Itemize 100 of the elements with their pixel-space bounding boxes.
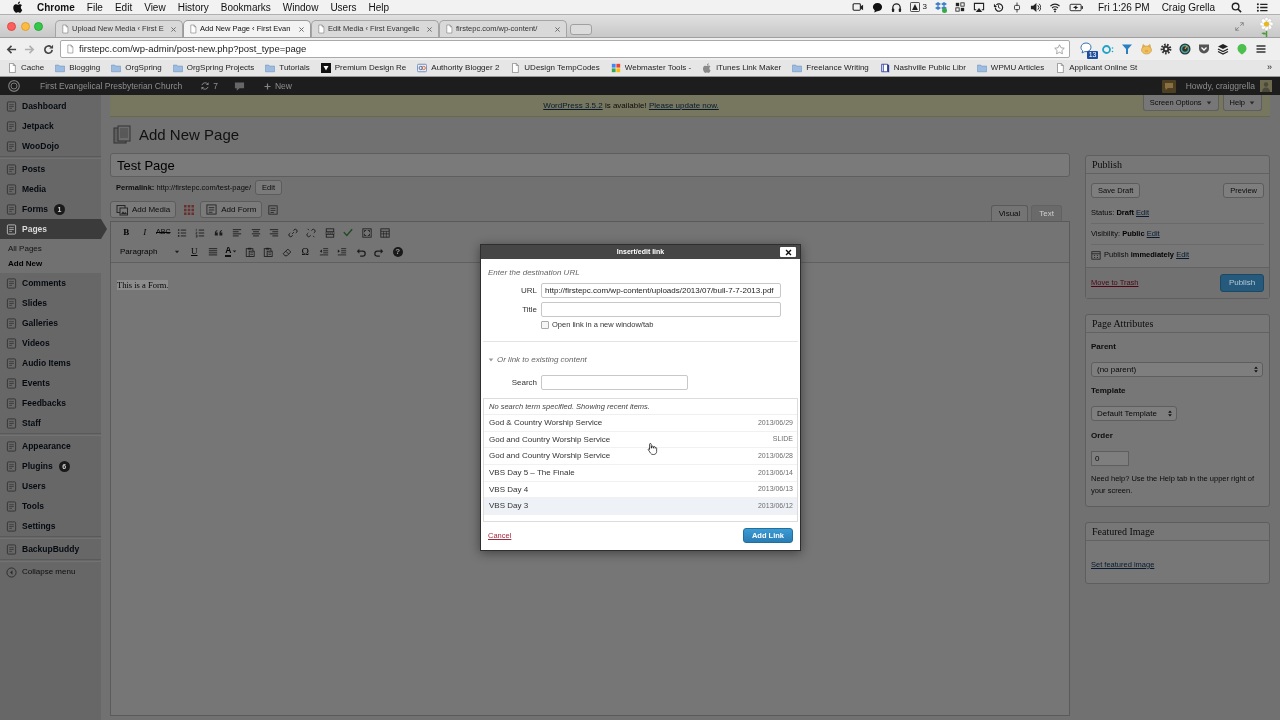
numbered-list-icon[interactable] [195,227,206,238]
greeting-link[interactable]: Howdy, craiggrella [1185,79,1255,93]
video-camera-icon[interactable] [851,2,864,12]
close-icon[interactable] [554,25,561,33]
chat-bubble-icon[interactable] [871,1,883,13]
title-field[interactable]: Test Page [110,153,1070,177]
bookmark-link[interactable]: WPMU Articles [976,62,1045,74]
menu-item[interactable]: Users [0,476,101,496]
align-left-icon[interactable] [232,227,243,238]
underline-button[interactable]: U [191,244,198,259]
grid-icon[interactable] [954,2,965,12]
align-center-icon[interactable] [250,227,261,238]
menu-item[interactable]: Media [0,179,101,199]
undo-icon[interactable] [355,246,366,257]
existing-content-toggle[interactable]: Or link to existing content [488,355,793,365]
fullscreen-icon[interactable] [1235,21,1244,31]
pocket-icon[interactable] [1198,43,1210,55]
link-icon[interactable] [287,227,298,238]
menu-item[interactable]: Settings [0,516,101,536]
close-icon[interactable] [170,25,177,33]
eraser-icon[interactable] [281,246,292,257]
bookmark-link[interactable]: Nashville Public Libr [879,62,966,74]
menu-item[interactable]: Window [282,0,319,15]
add-media-button[interactable]: Add Media [110,201,177,218]
fullscreen-icon[interactable] [361,227,372,238]
headphones-icon[interactable] [890,1,902,13]
circle-logo-icon[interactable] [8,80,20,92]
bookmark-link[interactable]: Freelance Writing [792,62,869,74]
menu-item[interactable]: View [144,0,166,15]
volume-icon[interactable] [1029,1,1041,13]
text-color-button[interactable]: A [225,246,232,257]
menu-item[interactable]: Tools [0,496,101,516]
table-icon[interactable] [380,227,391,238]
bookmark-link[interactable]: OrgSpring Projects [172,62,255,74]
site-link[interactable]: First Evangelical Presbyterian Church [40,79,183,93]
apple-icon[interactable] [13,1,23,13]
forward-icon[interactable] [24,43,35,55]
editor-tab[interactable]: Visual [990,205,1029,221]
form-icon[interactable] [268,205,279,215]
submenu-item[interactable]: Add New [0,256,101,271]
close-icon[interactable] [298,25,305,33]
wifi-icon[interactable] [1048,1,1061,13]
check-icon[interactable] [343,227,354,238]
ring-icon[interactable] [1101,43,1114,55]
battery-icon[interactable] [1068,1,1084,13]
update-link[interactable]: Please update now. [648,101,719,110]
url-field[interactable]: http://firstepc.com/wp-content/uploads/2013/07/bull-7-7-2013.pdf [541,283,781,298]
caret-icon[interactable] [232,249,238,254]
comment-icon[interactable] [233,80,245,92]
version-link[interactable]: WordPress 3.5.2 [543,101,603,110]
bookmark-star-icon[interactable] [1054,43,1065,55]
bookmark-link[interactable]: iTunes Link Maker [702,62,782,74]
menu-item[interactable]: Dashboard [0,96,101,116]
settings-icon[interactable] [1160,43,1172,55]
menu-item[interactable]: Slides [0,293,101,313]
user-name[interactable]: Craig Grella [1161,0,1215,15]
bookmark-link[interactable]: Cache [7,62,45,74]
bookmark-link[interactable]: Applicant Online St [1055,62,1138,74]
bookmark-link[interactable]: UDesign TempCodes [510,62,600,74]
more-bookmarks-button[interactable]: » [1267,61,1272,75]
menu-item[interactable]: Videos [0,333,101,353]
bullet-list-icon[interactable] [176,227,187,238]
broken-link-icon[interactable] [306,227,317,238]
menu-icon[interactable] [1255,43,1267,55]
bookmark-link[interactable]: OrgSpring [111,62,162,74]
list-icon[interactable] [1256,1,1268,13]
menu-item[interactable]: Comments [0,273,101,293]
menu-item[interactable]: Events [0,373,101,393]
dial-icon[interactable] [1179,43,1191,55]
funnel-icon[interactable] [1121,43,1133,55]
menu-item[interactable]: Help [368,0,390,15]
italic-button[interactable]: I [143,225,147,240]
align-right-icon[interactable] [269,227,280,238]
address-field[interactable]: firstepc.com/wp-admin/post-new.php?post_type=page [60,40,1070,58]
diamonds-icon[interactable] [934,1,947,13]
updates-link[interactable]: 7 [200,79,218,93]
help-button[interactable]: ? [392,246,403,257]
template-select[interactable]: Default Template [1091,406,1177,421]
clipboard-icon[interactable] [263,246,274,257]
back-icon[interactable] [6,43,17,55]
indent-icon[interactable] [337,246,348,257]
menu-item[interactable]: History [177,0,209,15]
clock-text[interactable]: Fri 1:26 PM [1097,0,1150,15]
outdent-icon[interactable] [318,246,329,257]
menu-item[interactable]: Jetpack [0,116,101,136]
bookmark-link[interactable]: Premium Design Re [320,62,407,74]
zoom-window-button[interactable] [34,21,43,31]
menu-item[interactable]: Edit [114,0,133,15]
format-select[interactable]: Paragraph [117,244,183,259]
close-icon[interactable] [426,25,433,33]
title-input[interactable] [541,302,781,317]
add-form-button[interactable]: Add Form [200,201,263,218]
checkbox[interactable] [541,320,549,329]
menu-item[interactable]: Galleries [0,313,101,333]
publish-button[interactable]: Publish [1220,274,1264,292]
bookmark-link[interactable]: Tutorials [265,62,310,74]
menu-item[interactable]: Bookmarks [220,0,271,15]
bookmark-link[interactable]: Authority Blogger 2 [417,62,500,74]
editor-tab[interactable]: Text [1031,205,1062,221]
app-menu[interactable]: Chrome [37,0,75,15]
